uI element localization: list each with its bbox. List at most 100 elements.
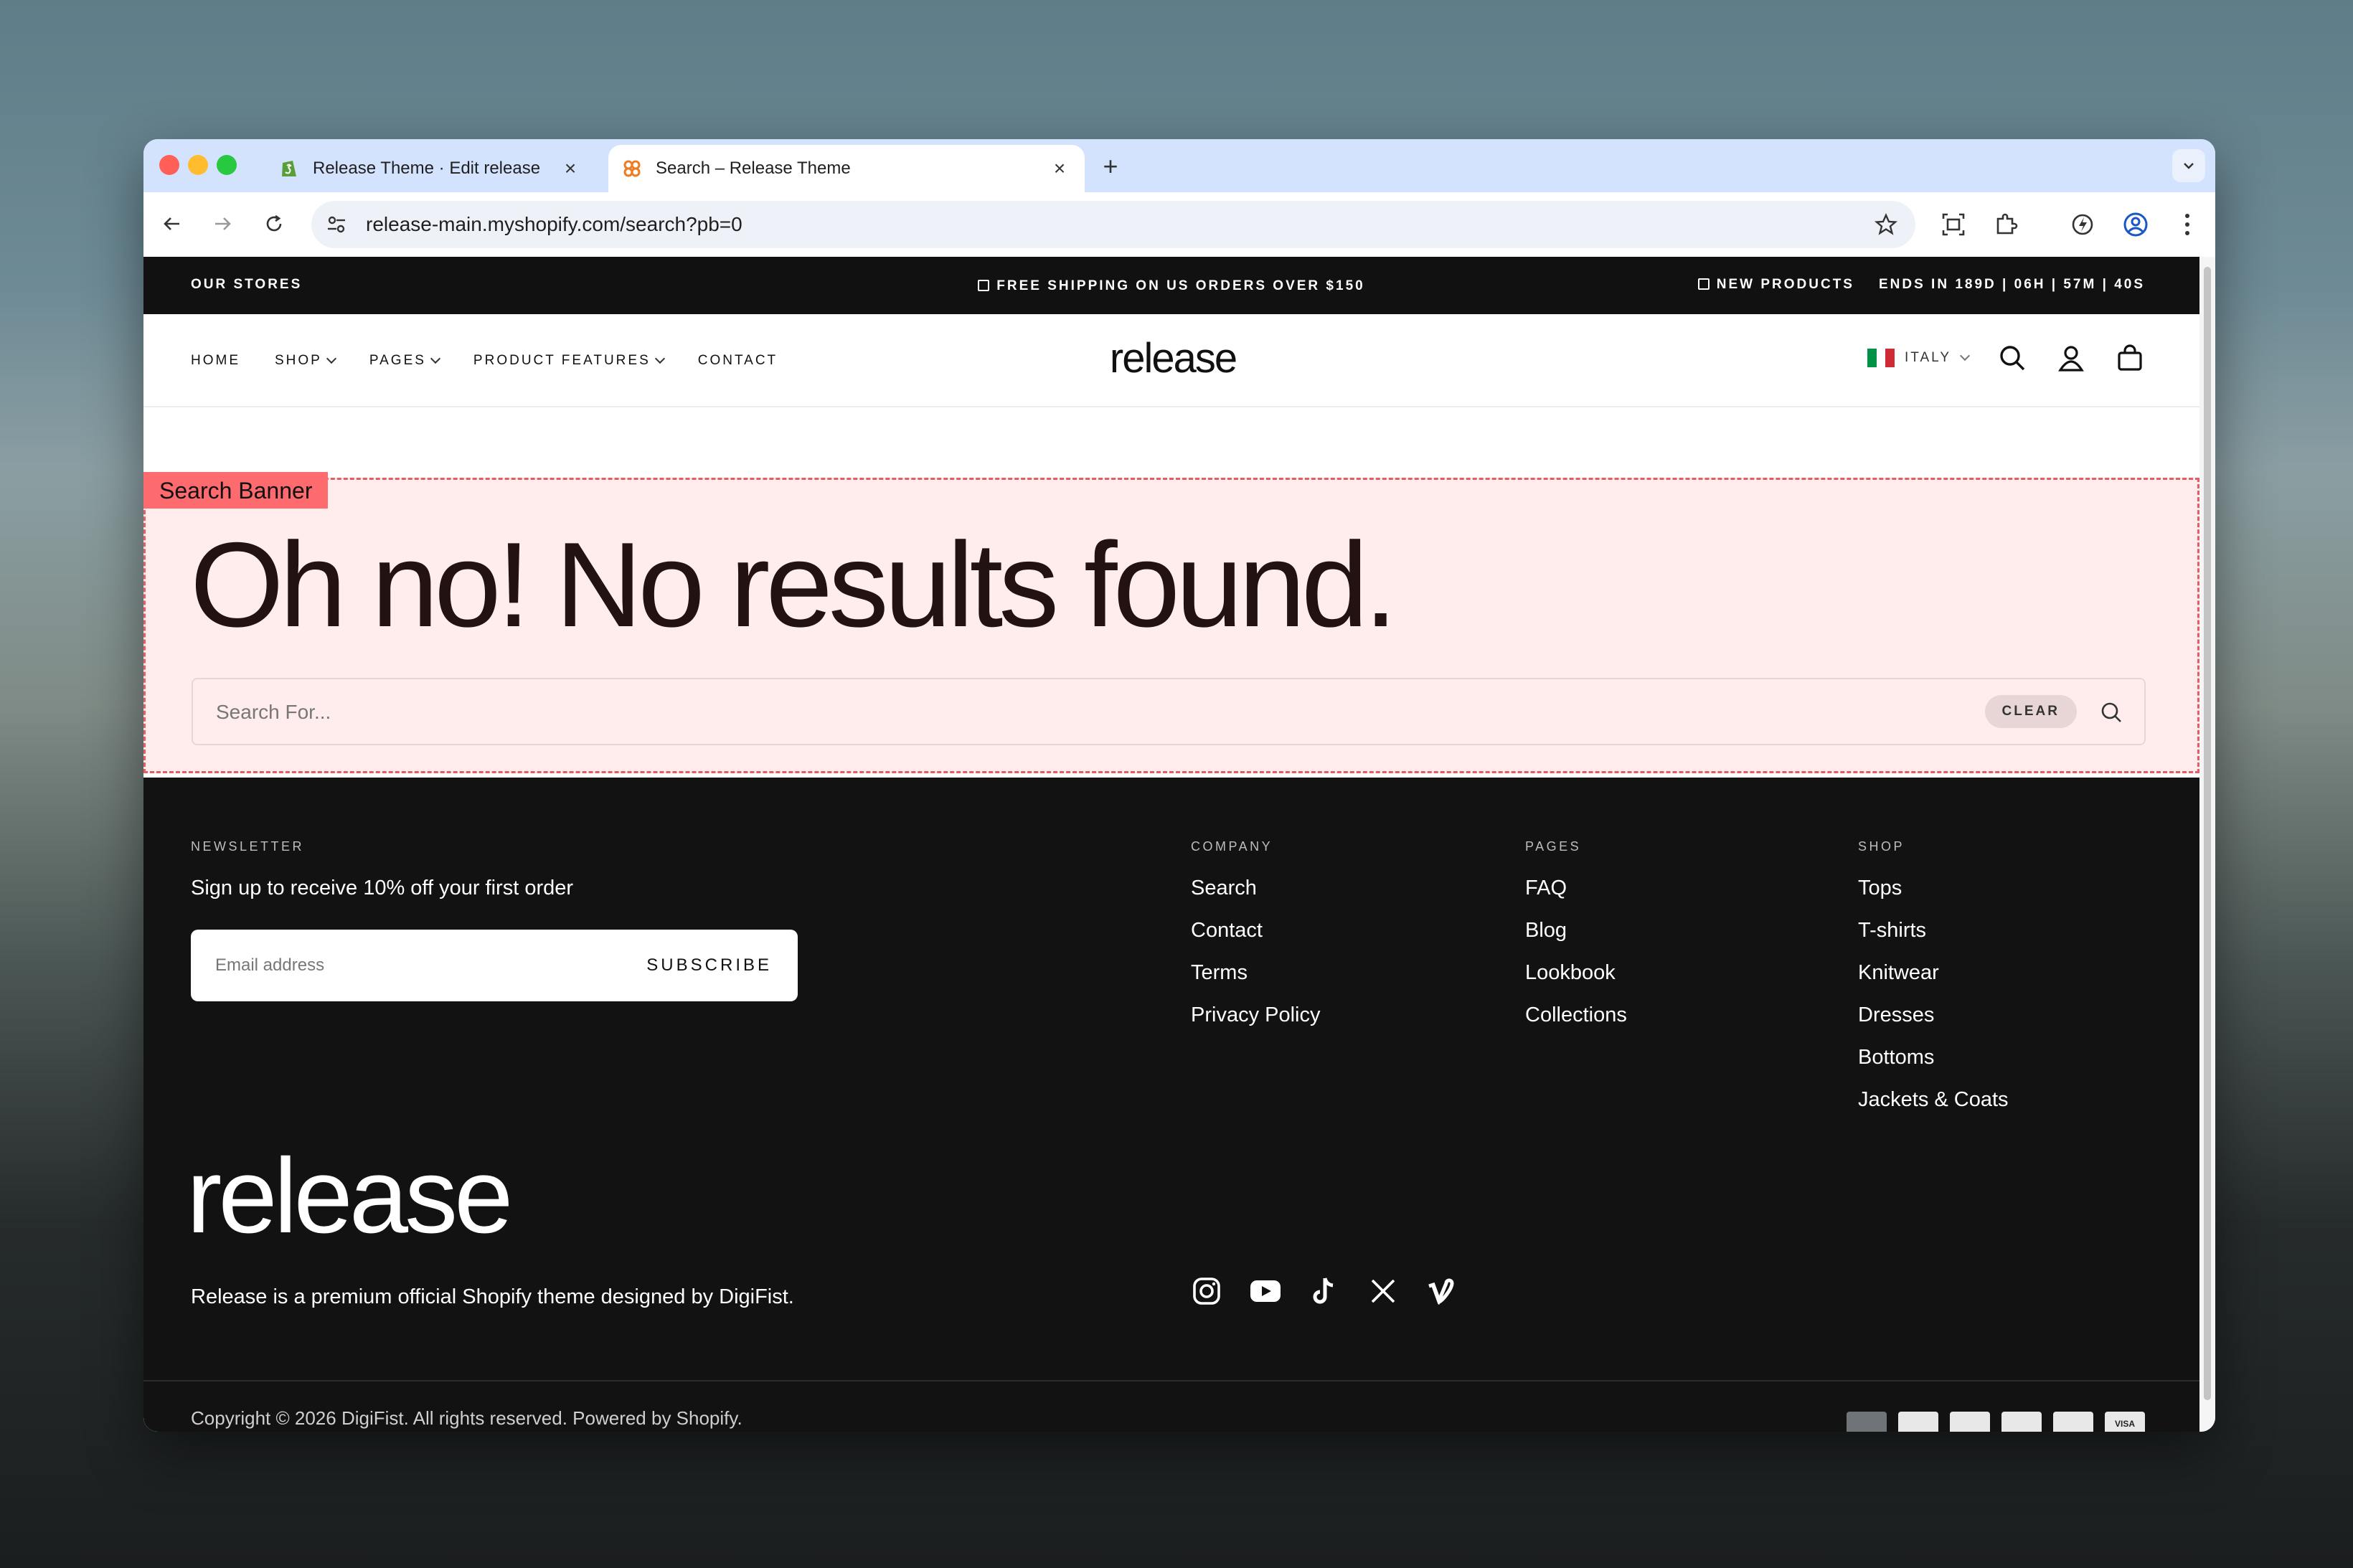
- main-nav: HOME SHOP PAGES PRODUCT FEATURES CONTACT: [191, 353, 778, 369]
- tab-release-theme-editor[interactable]: Release Theme · Edit release ×: [265, 145, 595, 192]
- pages-heading: PAGES: [1525, 839, 1582, 854]
- footer-link-faq[interactable]: FAQ: [1525, 877, 1627, 900]
- footer-link-collections[interactable]: Collections: [1525, 1003, 1627, 1027]
- page-scrollbar[interactable]: [2199, 257, 2215, 1432]
- amex-icon: [1847, 1412, 1887, 1432]
- forward-button[interactable]: [207, 208, 238, 240]
- release-favicon-icon: [621, 158, 643, 179]
- italy-flag-icon: [1867, 349, 1895, 367]
- close-icon[interactable]: ×: [558, 156, 583, 181]
- chevron-down-icon: [430, 353, 440, 364]
- footer-link-tops[interactable]: Tops: [1858, 877, 2009, 900]
- footer-link-contact[interactable]: Contact: [1191, 919, 1321, 943]
- clear-button[interactable]: CLEAR: [1984, 695, 2077, 728]
- footer-link-bottoms[interactable]: Bottoms: [1858, 1046, 2009, 1069]
- account-icon[interactable]: [2056, 343, 2086, 373]
- chevron-down-icon: [654, 353, 665, 364]
- subscribe-button[interactable]: SUBSCRIBE: [646, 955, 772, 976]
- nav-label: PRODUCT FEATURES: [473, 353, 651, 368]
- site-header: HOME SHOP PAGES PRODUCT FEATURES CONTACT…: [143, 314, 2199, 407]
- search-banner: Oh no! No results found. Search For... C…: [143, 478, 2199, 773]
- search-icon[interactable]: [1997, 343, 2027, 373]
- tab-search-button[interactable]: [2172, 149, 2205, 182]
- new-tab-button[interactable]: +: [1096, 152, 1125, 181]
- footer-link-jackets-coats[interactable]: Jackets & Coats: [1858, 1088, 2009, 1112]
- newsletter-text: Sign up to receive 10% off your first or…: [191, 877, 574, 899]
- tab-title: Release Theme · Edit release: [313, 159, 541, 178]
- email-field[interactable]: Email address: [215, 955, 324, 976]
- browser-window: Release Theme · Edit release × Search – …: [143, 139, 2215, 1432]
- nav-product-features[interactable]: PRODUCT FEATURES: [473, 353, 665, 369]
- nav-shop[interactable]: SHOP: [275, 353, 336, 369]
- chevron-down-icon: [326, 353, 336, 364]
- chevron-down-icon: [2184, 163, 2194, 169]
- diners-icon: [1898, 1412, 1938, 1432]
- back-button[interactable]: [156, 208, 188, 240]
- payment-methods: VISA: [1847, 1412, 2145, 1432]
- maximize-window-button[interactable]: [217, 155, 237, 175]
- tiktok-icon[interactable]: [1308, 1275, 1340, 1307]
- minimize-window-button[interactable]: [188, 155, 208, 175]
- footer-divider: [143, 1380, 2199, 1382]
- company-heading: COMPANY: [1191, 839, 1273, 854]
- profile-icon[interactable]: [2122, 211, 2149, 238]
- bookmark-star-icon: [1874, 213, 1898, 235]
- company-links: Search Contact Terms Privacy Policy: [1191, 877, 1321, 1027]
- tag-icon: [1697, 278, 1710, 290]
- mastercard-icon: [2001, 1412, 2042, 1432]
- footer-link-t-shirts[interactable]: T-shirts: [1858, 919, 2009, 943]
- country-selector[interactable]: ITALY: [1867, 349, 1971, 367]
- nav-home[interactable]: HOME: [191, 353, 240, 369]
- header-actions: ITALY: [1867, 343, 2145, 373]
- arrow-right-icon: [215, 217, 231, 230]
- extensions-icon[interactable]: [1993, 211, 2020, 238]
- gift-icon: [978, 280, 990, 291]
- url-text[interactable]: release-main.myshopify.com/search?pb=0: [366, 213, 742, 236]
- cart-bag-icon[interactable]: [2115, 343, 2145, 373]
- nav-label: HOME: [191, 353, 240, 368]
- footer-link-search[interactable]: Search: [1191, 877, 1321, 900]
- footer-link-privacy-policy[interactable]: Privacy Policy: [1191, 1003, 1321, 1027]
- search-input[interactable]: Search For... CLEAR: [192, 678, 2146, 745]
- country-label: ITALY: [1905, 350, 1951, 365]
- announcement-bar: OUR STORES FREE SHIPPING ON US ORDERS OV…: [143, 257, 2199, 314]
- performance-icon[interactable]: [2069, 211, 2096, 238]
- footer-logo[interactable]: release: [187, 1143, 513, 1250]
- new-products-link[interactable]: NEW PRODUCTS: [1697, 277, 1854, 293]
- x-icon[interactable]: [1367, 1275, 1399, 1307]
- vimeo-icon[interactable]: [1426, 1275, 1458, 1307]
- footer-link-knitwear[interactable]: Knitwear: [1858, 961, 2009, 985]
- search-banner-annotation: Search Banner: [143, 472, 329, 509]
- page-viewport: OUR STORES FREE SHIPPING ON US ORDERS OV…: [143, 257, 2199, 1432]
- footer-link-dresses[interactable]: Dresses: [1858, 1003, 2009, 1027]
- scrollbar-thumb[interactable]: [2204, 267, 2211, 1400]
- screenshot-icon[interactable]: [1940, 211, 1967, 238]
- nav-pages[interactable]: PAGES: [369, 353, 440, 369]
- close-icon[interactable]: ×: [1047, 156, 1072, 181]
- search-icon[interactable]: [2098, 699, 2124, 725]
- site-settings-icon: [328, 216, 345, 233]
- header-logo[interactable]: release: [1090, 334, 1255, 382]
- footer-link-terms[interactable]: Terms: [1191, 961, 1321, 985]
- nav-label: SHOP: [275, 353, 322, 368]
- shop-heading: SHOP: [1858, 839, 1905, 854]
- nav-label: CONTACT: [697, 353, 778, 368]
- footer-link-blog[interactable]: Blog: [1525, 919, 1627, 943]
- discover-icon: [1950, 1412, 1990, 1432]
- page-title: Oh no! No results found.: [190, 517, 1397, 652]
- countdown-text: ENDS IN 189D | 06H | 57M | 40S: [1878, 277, 2145, 292]
- more-menu-icon[interactable]: [2174, 211, 2201, 238]
- youtube-icon[interactable]: [1250, 1275, 1281, 1307]
- reload-button[interactable]: [258, 208, 290, 240]
- close-window-button[interactable]: [159, 155, 179, 175]
- footer-link-lookbook[interactable]: Lookbook: [1525, 961, 1627, 985]
- address-bar[interactable]: release-main.myshopify.com/search?pb=0: [311, 201, 1915, 248]
- tab-search-release-theme[interactable]: Search – Release Theme ×: [608, 145, 1085, 192]
- newsletter-form: Email address SUBSCRIBE: [191, 930, 798, 1001]
- nav-label: PAGES: [369, 353, 426, 368]
- instagram-icon[interactable]: [1191, 1275, 1222, 1307]
- nav-contact[interactable]: CONTACT: [698, 353, 778, 369]
- new-products-label: NEW PRODUCTS: [1716, 277, 1854, 292]
- arrow-left-icon: [164, 217, 179, 230]
- shopify-icon: [278, 158, 300, 179]
